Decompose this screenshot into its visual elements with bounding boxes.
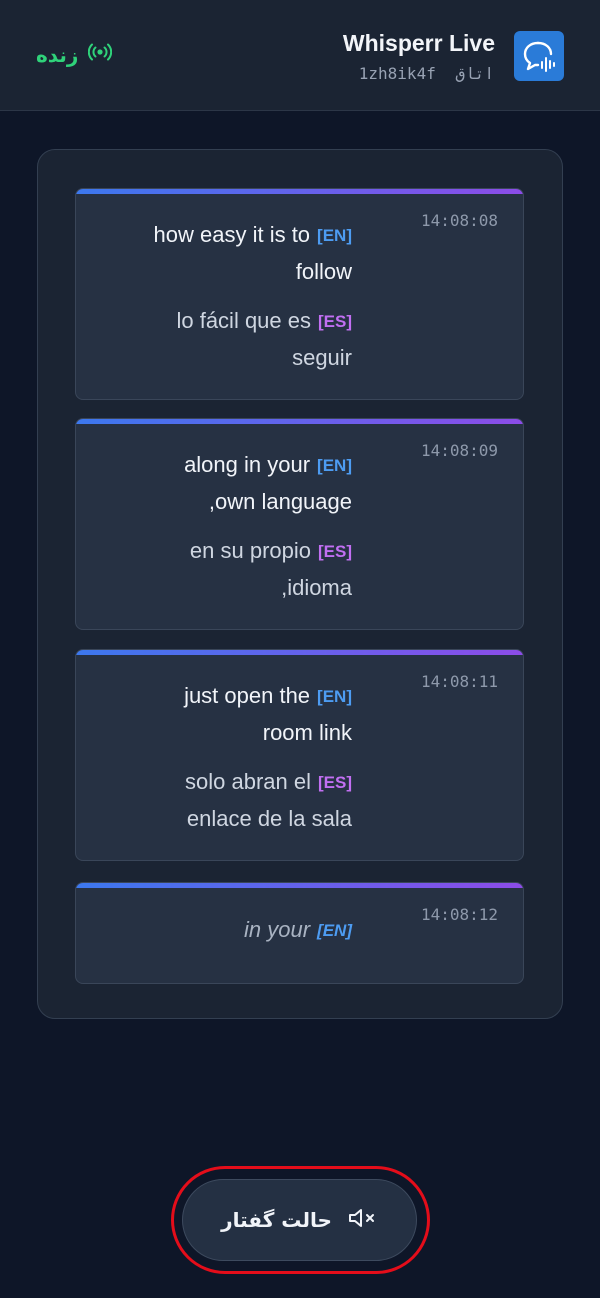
timestamp: 14:08:09 xyxy=(420,441,498,460)
translation-line-1: lo fácil que es xyxy=(176,308,311,333)
app-header: Whisperr Live اتاق 1zh8ik4f زنده xyxy=(0,0,600,111)
live-indicator: زنده xyxy=(36,42,113,68)
speech-mode-label: حالت گفتار xyxy=(221,1208,332,1232)
translation-line-2: enlace de la sala xyxy=(186,806,352,831)
transcript-card: 14:08:08 how easy it is to [EN] follow l… xyxy=(75,188,524,400)
speaker-muted-icon xyxy=(348,1207,378,1234)
original-line-2: room link xyxy=(262,720,352,745)
translation-line-1: en su propio xyxy=(189,538,311,563)
translated-text: lo fácil que es [ES] seguir xyxy=(76,302,352,376)
language-tag-en: [EN] xyxy=(317,456,352,475)
original-text: along in your [EN] ,own language xyxy=(76,446,352,520)
original-line-1: how easy it is to xyxy=(153,222,311,247)
broadcast-icon xyxy=(88,42,113,68)
transcript-card: 14:08:11 just open the [EN] room link so… xyxy=(75,649,524,861)
interim-line-1: in your xyxy=(244,917,311,942)
translation-line-1: solo abran el xyxy=(185,769,311,794)
room-label: اتاق xyxy=(455,64,494,83)
language-tag-en: [EN] xyxy=(317,226,352,245)
translated-text: solo abran el [ES] enlace de la sala xyxy=(76,763,352,837)
timestamp: 14:08:12 xyxy=(420,905,498,924)
original-text: just open the [EN] room link xyxy=(76,677,352,751)
room-id: 1zh8ik4f xyxy=(358,64,436,83)
original-line-2: ,own language xyxy=(208,489,352,514)
translated-text: en su propio [ES] ,idioma xyxy=(76,532,352,606)
speech-mode-button[interactable]: حالت گفتار xyxy=(182,1179,417,1261)
language-tag-es: [ES] xyxy=(318,773,352,792)
live-label: زنده xyxy=(36,43,79,67)
original-line-1: just open the xyxy=(184,683,311,708)
original-line-1: along in your xyxy=(184,452,311,477)
timestamp: 14:08:08 xyxy=(420,211,498,230)
original-line-2: follow xyxy=(295,259,352,284)
timestamp: 14:08:11 xyxy=(420,672,498,691)
interim-text: in your [EN] xyxy=(76,911,352,948)
translation-line-2: ,idioma xyxy=(281,575,352,600)
language-tag-en: [EN] xyxy=(317,687,352,706)
translation-line-2: seguir xyxy=(292,345,352,370)
language-tag-es: [ES] xyxy=(318,312,352,331)
interim-transcript-card: 14:08:12 in your [EN] xyxy=(75,882,524,984)
original-text: how easy it is to [EN] follow xyxy=(76,216,352,290)
language-tag-en: [EN] xyxy=(317,921,352,940)
chat-waveform-icon xyxy=(514,31,564,81)
room-info: اتاق 1zh8ik4f xyxy=(359,64,494,83)
transcript-card: 14:08:09 along in your [EN] ,own languag… xyxy=(75,418,524,630)
language-tag-es: [ES] xyxy=(318,542,352,561)
app-title: Whisperr Live xyxy=(342,30,495,56)
